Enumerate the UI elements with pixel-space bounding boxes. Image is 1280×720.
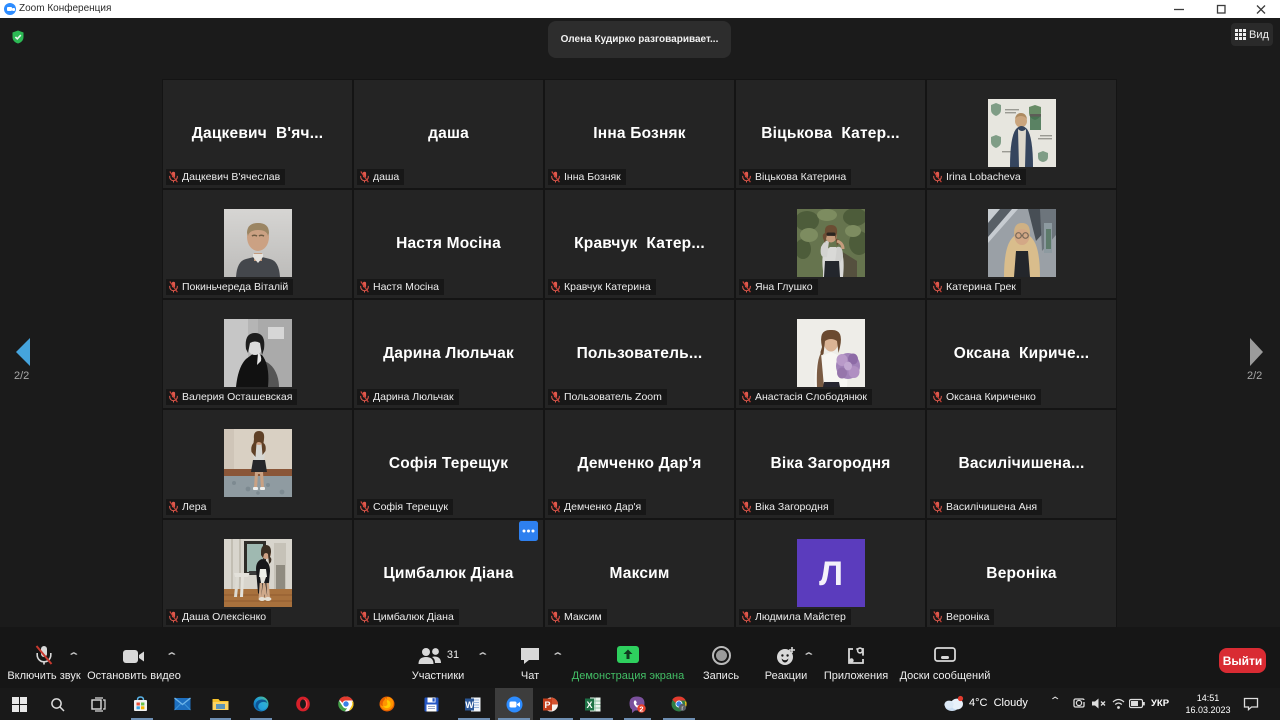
svg-text:X: X [586, 700, 592, 710]
svg-text:2: 2 [639, 704, 643, 713]
svg-text:W: W [465, 700, 474, 710]
svg-text:P: P [544, 700, 550, 710]
svg-text:Л: Л [819, 555, 843, 593]
